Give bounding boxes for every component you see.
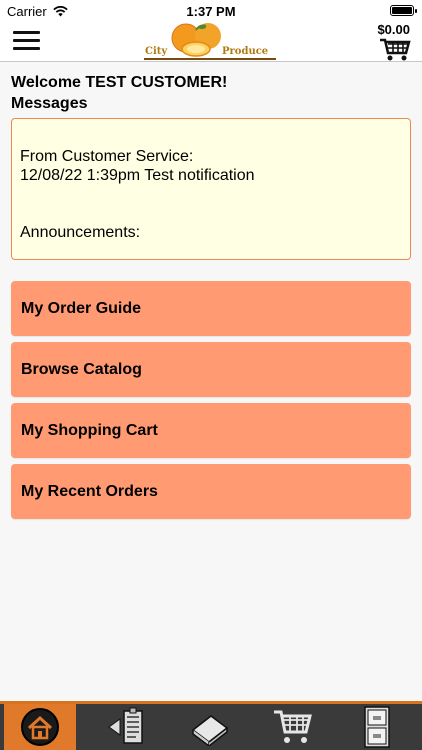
shopping-cart-button[interactable]: My Shopping Cart [11,403,411,458]
recent-orders-cabinet-icon [364,706,390,748]
tab-catalog[interactable] [175,704,245,750]
shopping-cart-icon [274,710,312,743]
tab-recent-orders[interactable] [342,704,412,750]
home-icon [21,708,59,746]
logo-text-produce: Produce [222,46,269,57]
bottom-tab-bar [0,701,422,750]
shopping-cart-icon[interactable] [379,38,411,62]
catalog-book-icon [191,715,229,746]
order-guide-icon [108,707,143,744]
status-time: 1:37 PM [186,4,236,19]
logo-text-city: City [145,46,168,57]
city-produce-logo: City Produce [140,22,280,60]
cart-total[interactable]: $0.00 [377,22,410,37]
app-header: City Produce $0.00 [0,22,422,62]
messages-box: From Customer Service: 12/08/22 1:39pm T… [11,118,411,260]
messages-heading: Messages [11,95,88,112]
message-from: From Customer Service: [20,148,194,165]
tab-order-guide[interactable] [92,704,162,750]
order-guide-button[interactable]: My Order Guide [11,281,411,336]
message-notification: 12/08/22 1:39pm Test notification [20,167,255,184]
welcome-text: Welcome TEST CUSTOMER! [11,74,228,91]
recent-orders-button[interactable]: My Recent Orders [11,464,411,519]
tab-home[interactable] [4,704,76,750]
hamburger-menu-icon[interactable] [13,31,40,53]
tab-shopping-cart[interactable] [258,704,328,750]
browse-catalog-button[interactable]: Browse Catalog [11,342,411,397]
status-bar: Carrier 1:37 PM [0,0,422,22]
announcements-label: Announcements: [20,224,141,241]
battery-icon [390,5,417,16]
